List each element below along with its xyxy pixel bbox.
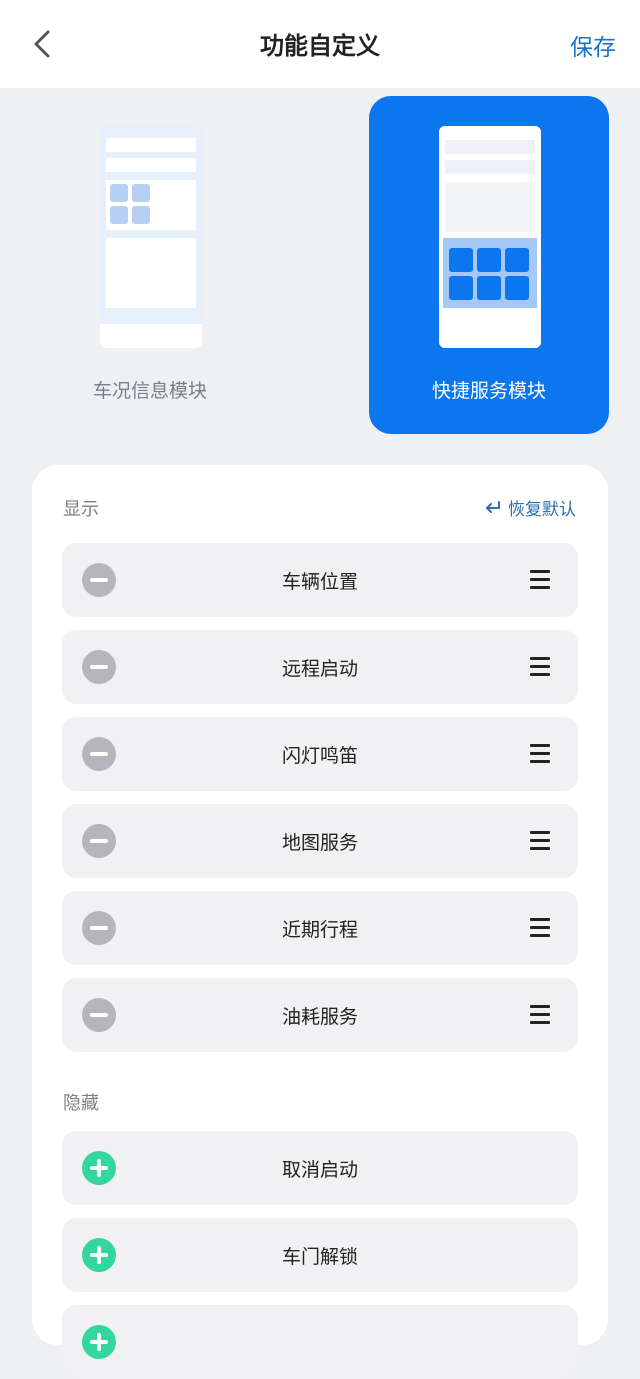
item-label: 远程启动: [281, 658, 358, 680]
function-list-card: 显示 恢复默认 车辆位置 远程启动 闪灯鸣笛 地图服务 近期行程 油耗服务 隐藏…: [32, 465, 608, 1379]
drag-handle-icon[interactable]: [530, 1005, 550, 1025]
drag-handle-icon[interactable]: [530, 744, 550, 764]
drag-handle-icon[interactable]: [530, 831, 550, 851]
module-vehicle-status[interactable]: 车况信息模块: [30, 96, 270, 434]
item-label: 车辆位置: [281, 571, 358, 593]
list-item: 地图服务: [62, 804, 578, 878]
module-label: 车况信息模块: [92, 380, 207, 402]
drag-handle-icon[interactable]: [530, 918, 550, 938]
module-quick-service[interactable]: 快捷服务模块: [369, 96, 609, 434]
list-item: [62, 1305, 578, 1379]
item-label: 油耗服务: [281, 1006, 358, 1028]
top-nav-bar: 功能自定义 保存: [0, 0, 640, 88]
item-label: 车门解锁: [281, 1246, 358, 1268]
list-item: 油耗服务: [62, 978, 578, 1052]
page-title: 功能自定义: [260, 32, 380, 60]
module-label: 快捷服务模块: [431, 380, 546, 402]
add-button[interactable]: [82, 1325, 116, 1359]
item-label: 地图服务: [281, 832, 358, 854]
save-button[interactable]: 保存: [570, 28, 616, 62]
list-item: 取消启动: [62, 1131, 578, 1205]
restore-default-label: 恢复默认: [508, 500, 576, 520]
list-item: 车辆位置: [62, 543, 578, 617]
vehicle-status-preview-icon: [100, 126, 202, 348]
visible-section-title: 显示: [63, 499, 99, 520]
quick-service-preview-icon: [439, 126, 541, 348]
drag-handle-icon[interactable]: [530, 570, 550, 590]
hidden-section-title: 隐藏: [63, 1093, 99, 1114]
return-arrow-icon: [486, 500, 500, 513]
list-item: 近期行程: [62, 891, 578, 965]
list-item: 远程启动: [62, 630, 578, 704]
item-label: 近期行程: [281, 919, 358, 941]
drag-handle-icon[interactable]: [530, 657, 550, 677]
list-item: 车门解锁: [62, 1218, 578, 1292]
list-item: 闪灯鸣笛: [62, 717, 578, 791]
item-label: 取消启动: [281, 1159, 358, 1181]
restore-default-button[interactable]: 恢复默认: [484, 495, 576, 520]
item-label: 闪灯鸣笛: [281, 745, 358, 767]
